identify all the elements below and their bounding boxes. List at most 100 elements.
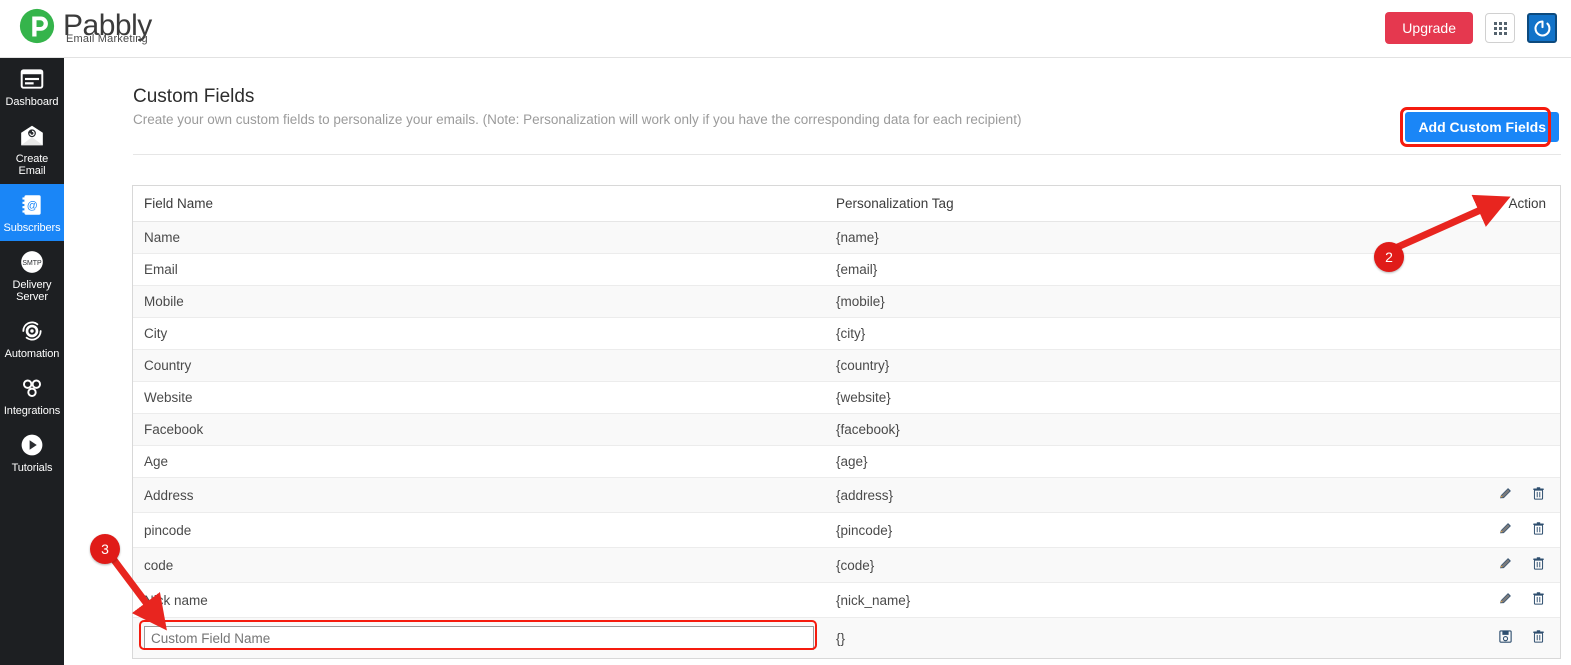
cell-field-name: Address <box>133 477 825 513</box>
pabbly-logo[interactable]: Pabbly Email Marketing <box>18 7 152 45</box>
cell-tag: {country} <box>825 349 1425 382</box>
cell-tag: {facebook} <box>825 413 1425 446</box>
table-row: pincode {pincode} <box>133 512 1560 548</box>
section-divider <box>133 154 1561 155</box>
sidebar-item-label: Create Email <box>15 153 49 177</box>
sidebar-item-label: Delivery Server <box>12 279 52 303</box>
cell-tag: {pincode} <box>825 512 1425 548</box>
upgrade-button[interactable]: Upgrade <box>1385 12 1473 44</box>
cell-actions <box>1425 582 1560 618</box>
cell-field-name: pincode <box>133 512 825 548</box>
cell-actions <box>1425 512 1560 548</box>
svg-text:@: @ <box>27 200 38 212</box>
table-row: Website {website} <box>133 381 1560 414</box>
sidebar-item-dashboard[interactable]: Dashboard <box>0 58 64 115</box>
cell-field-name: Email <box>133 253 825 286</box>
cell-tag: {email} <box>825 253 1425 286</box>
cell-actions <box>1425 413 1560 446</box>
add-custom-fields-wrap: Add Custom Fields <box>1400 107 1559 147</box>
main-content: Custom Fields Create your own custom fie… <box>64 58 1571 665</box>
sidebar-item-create-email[interactable]: Create Email <box>0 115 64 184</box>
cell-tag: {age} <box>825 445 1425 478</box>
save-icon[interactable] <box>1498 629 1513 647</box>
table-row: Address {address} <box>133 477 1560 513</box>
cell-field-input <box>133 617 825 658</box>
table-row-new-field: {} <box>133 617 1560 658</box>
cell-tag: {} <box>825 617 1425 658</box>
table-body: Name {name} Email {email} Mobile {mobile… <box>133 221 1560 658</box>
sidebar-item-integrations[interactable]: Integrations <box>0 367 64 424</box>
cell-tag: {name} <box>825 221 1425 254</box>
sidebar-item-label: Subscribers <box>3 222 61 234</box>
page-title: Custom Fields <box>133 86 255 107</box>
cell-field-name: code <box>133 547 825 583</box>
cell-field-name: Facebook <box>133 413 825 446</box>
cell-actions <box>1425 617 1560 658</box>
cell-tag: {code} <box>825 547 1425 583</box>
sidebar-item-label: Tutorials <box>11 462 53 474</box>
cell-tag: {website} <box>825 381 1425 414</box>
delete-icon[interactable] <box>1531 591 1546 609</box>
sidebar-nav: Dashboard Create Email @ Subscribers SMT… <box>0 58 64 665</box>
cell-actions <box>1425 477 1560 513</box>
cell-field-name: Nick name <box>133 582 825 618</box>
table-row: Nick name {nick_name} <box>133 582 1560 618</box>
cell-actions <box>1425 253 1560 286</box>
table-header-row: Field Name Personalization Tag Action <box>133 186 1560 222</box>
cell-field-name: Mobile <box>133 285 825 318</box>
apps-grid-button[interactable] <box>1485 13 1515 43</box>
integrations-icon <box>23 379 41 397</box>
contacts-icon: @ <box>22 195 41 215</box>
table-row: Mobile {mobile} <box>133 285 1560 318</box>
cell-actions <box>1425 445 1560 478</box>
delete-icon[interactable] <box>1531 486 1546 504</box>
delete-icon[interactable] <box>1531 556 1546 574</box>
logout-button[interactable] <box>1527 13 1557 43</box>
cell-actions <box>1425 317 1560 350</box>
smtp-icon: SMTP <box>21 251 43 273</box>
sidebar-item-delivery-server[interactable]: SMTP Delivery Server <box>0 241 64 310</box>
cell-field-name: Website <box>133 381 825 414</box>
dashboard-icon <box>20 69 44 89</box>
sidebar-item-label: Dashboard <box>5 96 59 108</box>
power-icon <box>1533 20 1550 36</box>
play-icon <box>21 434 43 456</box>
cell-actions <box>1425 221 1560 254</box>
cell-actions <box>1425 349 1560 382</box>
envelope-icon <box>21 125 43 146</box>
edit-icon[interactable] <box>1498 521 1513 539</box>
delete-icon[interactable] <box>1531 521 1546 539</box>
edit-icon[interactable] <box>1498 486 1513 504</box>
grid-apps-icon <box>1493 21 1507 35</box>
custom-fields-table: Field Name Personalization Tag Action Na… <box>132 185 1561 659</box>
pabbly-logo-icon <box>19 8 55 44</box>
brand-tagline: Email Marketing <box>66 33 148 45</box>
cell-field-name: Age <box>133 445 825 478</box>
edit-icon[interactable] <box>1498 556 1513 574</box>
gear-cycle-icon <box>22 321 42 341</box>
header-field-name: Field Name <box>133 186 825 222</box>
cell-tag: {nick_name} <box>825 582 1425 618</box>
sidebar-item-tutorials[interactable]: Tutorials <box>0 424 64 481</box>
sidebar-item-label: Automation <box>4 348 60 360</box>
top-bar-actions: Upgrade <box>1385 12 1557 44</box>
add-custom-fields-button[interactable]: Add Custom Fields <box>1405 112 1559 142</box>
cell-tag: {city} <box>825 317 1425 350</box>
table-row: City {city} <box>133 317 1560 350</box>
sidebar-item-subscribers[interactable]: @ Subscribers <box>0 184 64 241</box>
table-row: Name {name} <box>133 221 1560 254</box>
cell-tag: {address} <box>825 477 1425 513</box>
cell-field-name: Name <box>133 221 825 254</box>
table-row: Age {age} <box>133 445 1560 478</box>
edit-icon[interactable] <box>1498 591 1513 609</box>
delete-icon[interactable] <box>1531 629 1546 647</box>
cell-actions <box>1425 381 1560 414</box>
cell-tag: {mobile} <box>825 285 1425 318</box>
top-bar: Pabbly Email Marketing Upgrade <box>0 0 1571 58</box>
sidebar-item-automation[interactable]: Automation <box>0 310 64 367</box>
custom-field-name-input[interactable] <box>144 626 814 650</box>
cell-actions <box>1425 285 1560 318</box>
header-action: Action <box>1425 186 1560 222</box>
sidebar-item-label: Integrations <box>3 405 61 417</box>
cell-actions <box>1425 547 1560 583</box>
